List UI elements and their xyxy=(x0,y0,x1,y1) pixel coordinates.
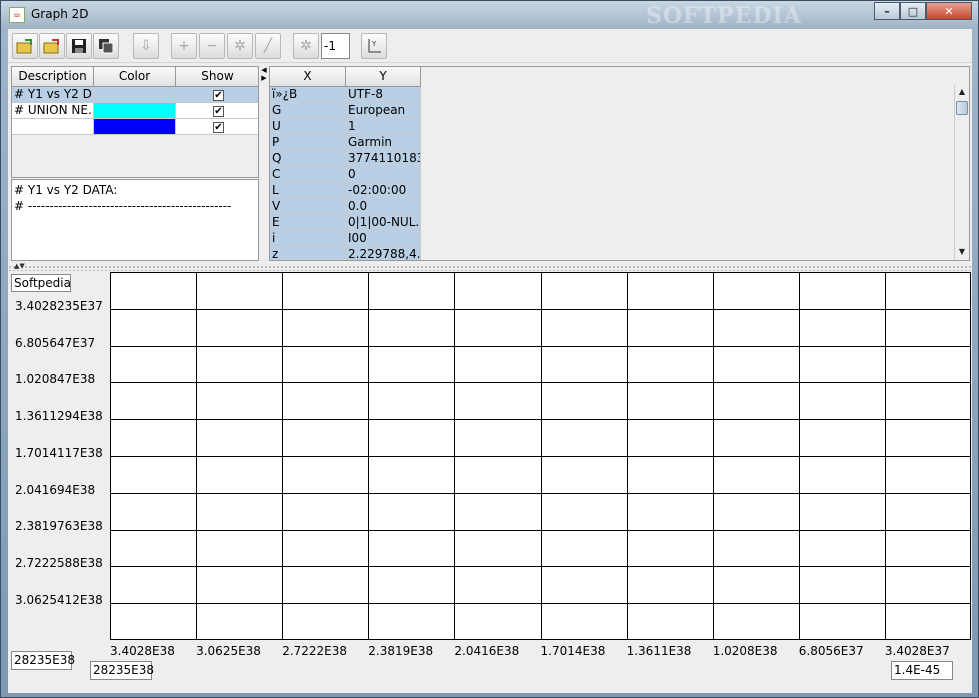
x-tick-label: 2.0416E38 xyxy=(454,644,520,658)
y-min-input[interactable]: 28235E38 xyxy=(11,651,75,670)
plot-grid[interactable] xyxy=(110,272,971,640)
data-cell-x[interactable]: V xyxy=(270,199,346,215)
svg-text:Y: Y xyxy=(371,40,377,48)
horizontal-splitter[interactable] xyxy=(8,265,972,271)
save-icon[interactable] xyxy=(66,33,92,59)
x-tick-label: 2.7222E38 xyxy=(282,644,348,658)
column-header-description[interactable]: Description xyxy=(12,67,94,87)
toolbar: ⇩ + − ✲ ╱ ✲ -1 Y xyxy=(8,29,972,63)
series-row-show[interactable]: ✔ xyxy=(176,87,258,103)
y-tick-label: 2.041694E38 xyxy=(15,482,96,497)
data-cell-x[interactable]: Q xyxy=(270,151,346,167)
notes-line: # --------------------------------------… xyxy=(14,199,232,213)
y-axis-label-input[interactable]: Softpedia xyxy=(11,274,71,292)
data-cell-y[interactable]: Garmin xyxy=(346,135,421,151)
axis-icon[interactable]: Y xyxy=(361,33,387,59)
title-bar: ☕ Graph 2D SOFTPEDIA – □ ✕ xyxy=(1,1,978,29)
data-cell-x[interactable]: i xyxy=(270,231,346,247)
data-cell-y[interactable]: 3774110183 xyxy=(346,151,421,167)
data-cell-y[interactable]: -02:00:00 xyxy=(346,183,421,199)
y-tick-label: 2.7222588E38 xyxy=(15,555,103,570)
x-tick-label: 2.3819E38 xyxy=(368,644,434,658)
data-cell-y[interactable]: I00 xyxy=(346,231,421,247)
java-app-icon: ☕ xyxy=(9,7,25,23)
client-area: ⇩ + − ✲ ╱ ✲ -1 Y Description Color Show … xyxy=(8,29,972,693)
column-header-show[interactable]: Show xyxy=(176,67,258,87)
data-cell-y[interactable]: 0|1|00-NUL... xyxy=(346,215,421,231)
close-button[interactable]: ✕ xyxy=(926,2,972,20)
data-table: X Y ï»¿B UTF-8 G European U 1 P Garmin Q 37741101… xyxy=(269,66,970,261)
series-table: Description Color Show # Y1 vs Y2 D... ✔… xyxy=(11,66,259,178)
watermark-logo: SOFTPEDIA xyxy=(646,3,802,29)
data-cell-y[interactable]: European xyxy=(346,103,421,119)
show-checkbox[interactable]: ✔ xyxy=(213,90,224,101)
series-row-color[interactable] xyxy=(94,103,176,119)
open-icon[interactable] xyxy=(12,33,38,59)
x-tick-label: 1.3611E38 xyxy=(626,644,692,658)
series-row-show[interactable]: ✔ xyxy=(176,103,258,119)
data-cell-y[interactable]: 0 xyxy=(346,167,421,183)
y-tick-label: 3.4028235E37 xyxy=(15,299,103,313)
notes-line: # Y1 vs Y2 DATA: xyxy=(14,183,118,197)
step-input[interactable]: -1 xyxy=(321,33,350,59)
x-min-input[interactable]: 28235E38 xyxy=(90,661,154,680)
series-row-color[interactable] xyxy=(94,119,176,135)
series-row-description[interactable]: # Y1 vs Y2 D... xyxy=(12,87,94,103)
data-cell-y[interactable]: 1 xyxy=(346,119,421,135)
cog-icon[interactable]: ✲ xyxy=(227,33,253,59)
y-tick-label: 1.020847E38 xyxy=(15,372,96,387)
x-tick-label: 3.4028E37 xyxy=(884,644,950,658)
data-cell-x[interactable]: U xyxy=(270,119,346,135)
data-cell-x[interactable]: G xyxy=(270,103,346,119)
x-tick-label: 3.0625E38 xyxy=(196,644,261,658)
split-pane-divider[interactable]: ◀ ▶ xyxy=(260,66,268,96)
scroll-down-icon[interactable]: ▼ xyxy=(955,245,969,259)
y-tick-label: 1.7014117E38 xyxy=(15,445,103,460)
app-window: ☕ Graph 2D SOFTPEDIA – □ ✕ ⇩ + − ✲ ╱ ✲ -… xyxy=(0,0,979,698)
x-tick-label: 1.7014E38 xyxy=(540,644,606,658)
data-cell-x[interactable]: z xyxy=(270,247,346,260)
data-cell-y[interactable]: 2.229788,4... xyxy=(346,247,421,260)
minus-icon[interactable]: − xyxy=(199,33,225,59)
scroll-up-icon[interactable]: ▲ xyxy=(955,85,969,99)
column-header-color[interactable]: Color xyxy=(94,67,176,87)
column-header-y[interactable]: Y xyxy=(346,67,421,87)
scroll-thumb[interactable] xyxy=(956,101,968,115)
show-checkbox[interactable]: ✔ xyxy=(213,122,224,133)
plus-icon[interactable]: + xyxy=(171,33,197,59)
data-cell-x[interactable]: L xyxy=(270,183,346,199)
data-cell-y[interactable]: 0.0 xyxy=(346,199,421,215)
y-tick-label: 3.0625412E38 xyxy=(15,592,103,607)
data-cell-y[interactable]: UTF-8 xyxy=(346,87,421,103)
data-cell-x[interactable]: P xyxy=(270,135,346,151)
series-row-description[interactable] xyxy=(12,119,94,135)
maximize-button[interactable]: □ xyxy=(900,2,926,20)
x-max-input[interactable]: 1.4E-45 xyxy=(891,661,953,680)
splitter-arrows-icon[interactable]: ▲▼ xyxy=(14,262,25,270)
x-tick-label: 3.4028E38 xyxy=(110,644,175,658)
x-tick-label: 1.0208E38 xyxy=(712,644,778,658)
minimize-button[interactable]: – xyxy=(874,2,900,20)
x-tick-label: 6.8056E37 xyxy=(798,644,864,658)
open-folder-icon[interactable] xyxy=(39,33,65,59)
column-header-x[interactable]: X xyxy=(270,67,346,87)
y-tick-label: 1.3611294E38 xyxy=(15,409,103,424)
y-tick-label: 2.3819763E38 xyxy=(15,519,103,534)
series-row-description[interactable]: # UNION NE... xyxy=(12,103,94,119)
y-tick-label: 6.805647E37 xyxy=(15,335,96,350)
series-row-color[interactable] xyxy=(94,87,176,103)
arrow-down-icon[interactable]: ⇩ xyxy=(133,33,159,59)
vertical-scrollbar[interactable]: ▲ ▼ xyxy=(954,85,969,260)
copy-icon[interactable] xyxy=(93,33,119,59)
series-row-show[interactable]: ✔ xyxy=(176,119,258,135)
line-icon[interactable]: ╱ xyxy=(255,33,281,59)
cog2-icon[interactable]: ✲ xyxy=(293,33,319,59)
data-cell-x[interactable]: ï»¿B xyxy=(270,87,346,103)
notes-text-area[interactable]: # Y1 vs Y2 DATA: # ---------------------… xyxy=(11,179,259,261)
window-title: Graph 2D xyxy=(31,7,89,21)
show-checkbox[interactable]: ✔ xyxy=(213,106,224,117)
data-cell-x[interactable]: C xyxy=(270,167,346,183)
data-cell-x[interactable]: E xyxy=(270,215,346,231)
